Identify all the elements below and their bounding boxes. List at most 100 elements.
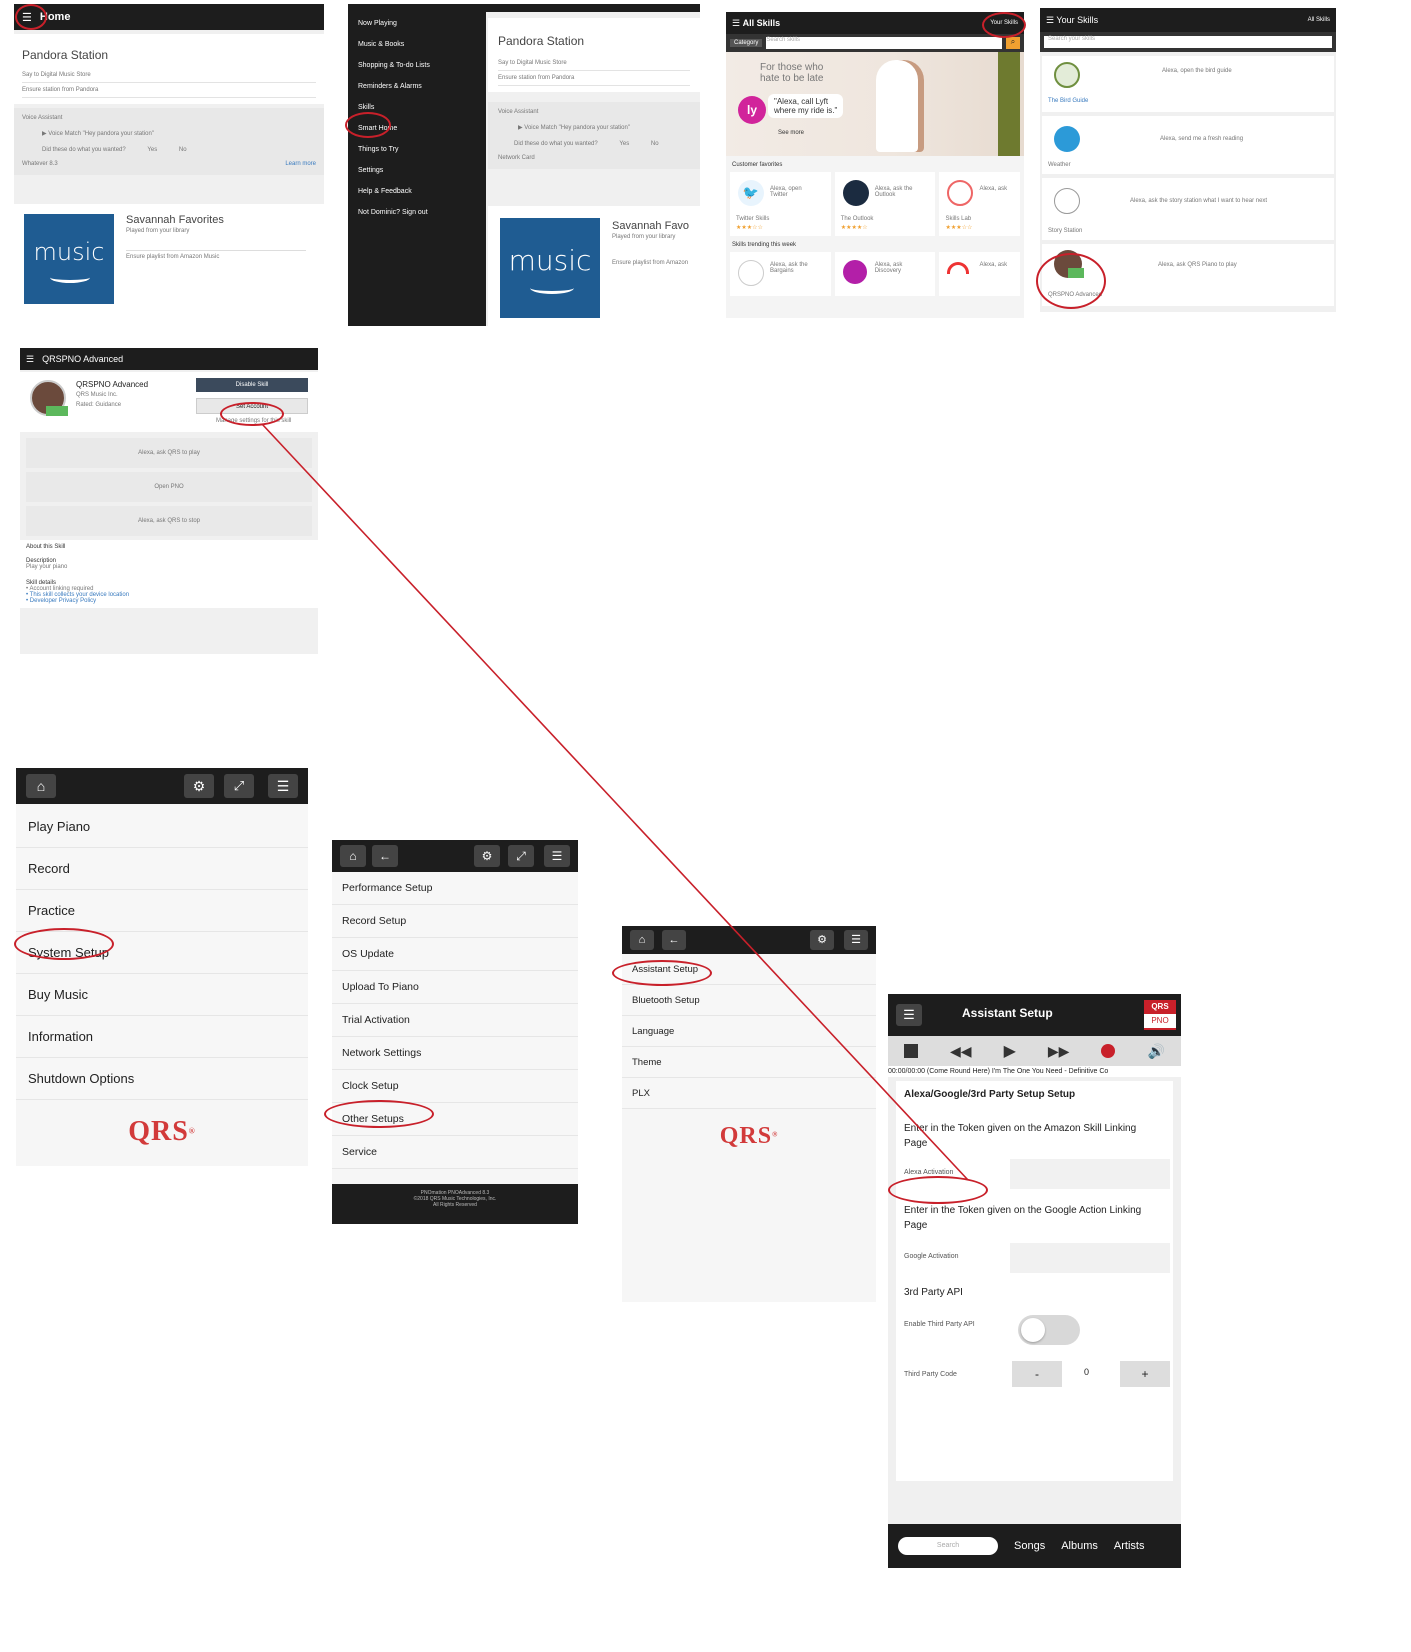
promo-banner[interactable]: For those who hate to be late ly "Alexa,…: [726, 52, 1024, 156]
increment-button[interactable]: +: [1120, 1361, 1170, 1387]
menu-practice[interactable]: Practice: [16, 890, 308, 932]
settings-button[interactable]: Set Account: [196, 398, 308, 414]
music-card[interactable]: music Savannah Favo Played from your lib…: [488, 206, 700, 326]
fullscreen-icon[interactable]: ⤢: [224, 774, 254, 798]
drawer-item[interactable]: Not Dominic? Sign out: [348, 205, 486, 226]
skill-card[interactable]: Alexa, ask the Bargains: [730, 252, 831, 296]
yes-button[interactable]: Yes: [619, 141, 629, 147]
qrs-toolbar: ⌂ ← ⚙ ⤢ ☰: [332, 840, 578, 872]
assistant-header: ☰ Assistant Setup QRS PNO: [888, 994, 1181, 1036]
skill-card[interactable]: 🐦 Alexa, open Twitter Twitter Skills ★★★…: [730, 172, 831, 236]
menu-plx[interactable]: PLX: [622, 1078, 876, 1109]
search-icon[interactable]: ⌕: [1006, 37, 1020, 49]
back-icon[interactable]: ←: [662, 930, 686, 950]
menu-play-piano[interactable]: Play Piano: [16, 806, 308, 848]
fast-forward-icon[interactable]: ▶▶: [1048, 1043, 1070, 1060]
google-token-input[interactable]: [1010, 1243, 1170, 1273]
bullet-item[interactable]: • Developer Privacy Policy: [26, 598, 312, 604]
search-input[interactable]: Search your skills: [1044, 36, 1332, 48]
home-icon[interactable]: ⌂: [630, 930, 654, 950]
fullscreen-icon[interactable]: ⤢: [508, 845, 534, 867]
menu-clock-setup[interactable]: Clock Setup: [332, 1070, 578, 1103]
disable-skill-button[interactable]: Disable Skill: [196, 378, 308, 392]
menu-os-update[interactable]: OS Update: [332, 938, 578, 971]
menu-theme[interactable]: Theme: [622, 1047, 876, 1078]
menu-system-setup[interactable]: System Setup: [16, 932, 308, 974]
third-party-toggle[interactable]: [1018, 1315, 1080, 1345]
back-icon[interactable]: ←: [372, 845, 398, 867]
menu-icon[interactable]: ☰: [844, 930, 868, 950]
page-title: Assistant Setup: [962, 1006, 1053, 1020]
logo-word: music: [33, 238, 105, 266]
no-button[interactable]: No: [179, 147, 187, 153]
music-card[interactable]: music Savannah Favorites Played from you…: [14, 204, 324, 326]
skill-list-item[interactable]: Alexa, ask the story station what I want…: [1042, 178, 1334, 240]
skill-meta: Skills Lab: [945, 216, 972, 222]
skill-card[interactable]: Alexa, ask: [939, 252, 1021, 296]
search-input[interactable]: Search: [898, 1537, 998, 1555]
no-button[interactable]: No: [651, 141, 659, 147]
volume-icon[interactable]: 🔊: [1147, 1043, 1164, 1060]
drawer-item[interactable]: Settings: [348, 163, 486, 184]
hamburger-icon[interactable]: ☰: [1046, 15, 1054, 25]
menu-network-settings[interactable]: Network Settings: [332, 1037, 578, 1070]
menu-service[interactable]: Service: [332, 1136, 578, 1169]
rewind-icon[interactable]: ◀◀: [950, 1043, 972, 1060]
skill-list-item[interactable]: Alexa, open the bird guide The Bird Guid…: [1042, 56, 1334, 112]
alexa-token-input[interactable]: [1010, 1159, 1170, 1189]
tab-artists[interactable]: Artists: [1114, 1540, 1145, 1552]
skill-list-item[interactable]: Alexa, send me a fresh reading Weather: [1042, 116, 1334, 174]
drawer-item[interactable]: Reminders & Alarms: [348, 79, 486, 100]
menu-assistant-setup[interactable]: Assistant Setup: [622, 954, 876, 985]
your-skills-link[interactable]: Your Skills: [990, 20, 1018, 26]
menu-icon[interactable]: ☰: [544, 845, 570, 867]
home-icon[interactable]: ⌂: [340, 845, 366, 867]
menu-upload-to-piano[interactable]: Upload To Piano: [332, 971, 578, 1004]
drawer-item[interactable]: Smart Home: [348, 121, 486, 142]
stop-icon[interactable]: [904, 1044, 918, 1058]
menu-performance-setup[interactable]: Performance Setup: [332, 872, 578, 905]
qrs-toolbar: ⌂ ⚙ ⤢ ☰: [16, 768, 308, 804]
decrement-button[interactable]: -: [1012, 1361, 1062, 1387]
tab-songs[interactable]: Songs: [1014, 1540, 1045, 1552]
all-skills-link[interactable]: All Skills: [1308, 17, 1330, 23]
drawer-item[interactable]: Now Playing: [348, 16, 486, 37]
tab-albums[interactable]: Albums: [1061, 1540, 1098, 1552]
menu-language[interactable]: Language: [622, 1016, 876, 1047]
menu-icon[interactable]: ☰: [268, 774, 298, 798]
drawer-item[interactable]: Music & Books: [348, 37, 486, 58]
skill-list-item-qrs[interactable]: Alexa, ask QRS Piano to play QRSPNO Adva…: [1042, 244, 1334, 306]
category-select[interactable]: Category: [730, 39, 763, 47]
play-icon[interactable]: ▶: [1004, 1041, 1016, 1061]
drawer-item[interactable]: Things to Try: [348, 142, 486, 163]
learn-more-link[interactable]: Learn more: [285, 161, 316, 167]
drawer-item[interactable]: Shopping & To-do Lists: [348, 58, 486, 79]
gear-icon[interactable]: ⚙: [810, 930, 834, 950]
menu-record[interactable]: Record: [16, 848, 308, 890]
menu-record-setup[interactable]: Record Setup: [332, 905, 578, 938]
bottom-nav: Search Songs Albums Artists: [888, 1524, 1181, 1568]
drawer-item[interactable]: Help & Feedback: [348, 184, 486, 205]
menu-trial-activation[interactable]: Trial Activation: [332, 1004, 578, 1037]
hamburger-icon[interactable]: ☰: [26, 354, 34, 365]
home-icon[interactable]: ⌂: [26, 774, 56, 798]
hamburger-icon[interactable]: ☰: [732, 18, 740, 28]
skill-card[interactable]: Alexa, ask the Outlook The Outlook ★★★★☆: [834, 172, 936, 236]
menu-shutdown[interactable]: Shutdown Options: [16, 1058, 308, 1100]
hamburger-icon[interactable]: ☰: [22, 11, 32, 24]
yes-button[interactable]: Yes: [147, 147, 157, 153]
menu-information[interactable]: Information: [16, 1016, 308, 1058]
skill-card[interactable]: Alexa, ask Skills Lab ★★★☆☆: [939, 172, 1021, 236]
gear-icon[interactable]: ⚙: [474, 845, 500, 867]
menu-other-setups[interactable]: Other Setups: [332, 1103, 578, 1136]
record-icon[interactable]: [1101, 1044, 1116, 1058]
menu-buy-music[interactable]: Buy Music: [16, 974, 308, 1016]
gear-icon[interactable]: ⚙: [184, 774, 214, 798]
banner-cta-button[interactable]: See more: [778, 130, 804, 136]
drawer-item-skills[interactable]: Skills: [348, 100, 486, 121]
menu-icon[interactable]: ☰: [896, 1004, 922, 1026]
search-input[interactable]: Search skills: [766, 37, 1002, 49]
now-playing-text: 00:00/00:00 (Come Round Here) I'm The On…: [888, 1066, 1181, 1077]
skill-card[interactable]: Alexa, ask Discovery: [834, 252, 936, 296]
menu-bluetooth-setup[interactable]: Bluetooth Setup: [622, 985, 876, 1016]
